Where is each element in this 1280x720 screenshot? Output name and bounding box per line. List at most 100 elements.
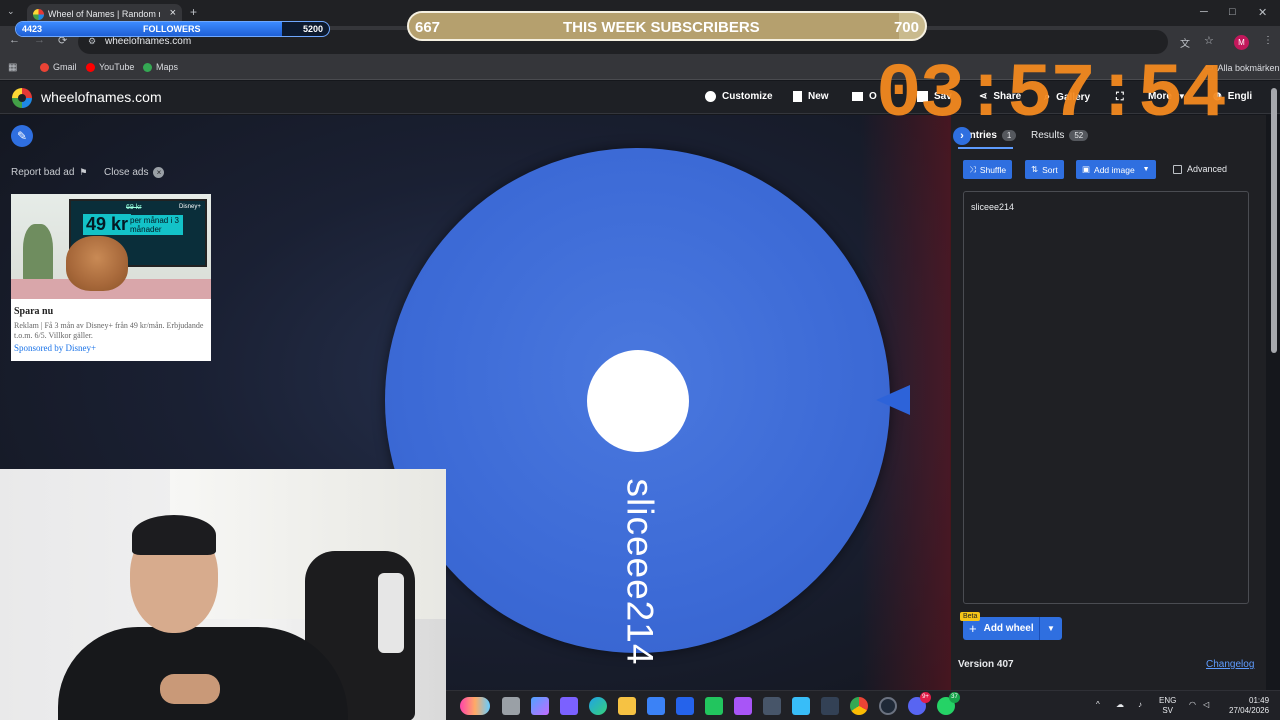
wheel-pointer-icon <box>876 385 910 415</box>
apps-grid-icon[interactable]: ▦ <box>8 62 17 73</box>
changelog-link[interactable]: Changelog <box>1206 659 1254 670</box>
security-icon[interactable] <box>705 697 723 715</box>
report-ad-label: Report bad ad <box>11 167 75 178</box>
language-code: ENG <box>1159 696 1177 705</box>
bookmark-maps[interactable]: Maps <box>143 62 178 72</box>
favicon-icon <box>33 9 44 20</box>
ad-headline: Spara nu <box>14 306 54 317</box>
close-ads-button[interactable]: Close ads × <box>104 167 165 178</box>
teams-icon[interactable] <box>560 697 578 715</box>
terminal-icon[interactable] <box>821 697 839 715</box>
obs-icon[interactable] <box>879 697 897 715</box>
browser-menu-icon[interactable]: ⋮ <box>1263 35 1273 46</box>
shuffle-label: Shuffle <box>979 164 1007 175</box>
webcam-person-hand <box>160 674 220 704</box>
new-label: New <box>808 91 829 102</box>
mic-icon[interactable]: ♪ <box>1138 700 1142 710</box>
app-icon[interactable] <box>734 697 752 715</box>
open-button[interactable]: O <box>852 91 877 102</box>
customize-label: Customize <box>722 91 773 102</box>
ad-dog <box>66 236 128 291</box>
copilot-icon[interactable] <box>531 697 549 715</box>
new-file-icon <box>793 91 802 102</box>
active-tab-indicator <box>958 147 1013 149</box>
beta-badge: Beta <box>960 612 981 621</box>
entry-line: sliceee214 <box>971 202 1015 212</box>
site-info-icon[interactable]: ⚙ <box>88 36 96 47</box>
sort-label: Sort <box>1042 164 1058 175</box>
edit-pencil-button[interactable]: ✎ <box>11 125 33 147</box>
webcam-chair-panel <box>378 573 404 653</box>
tab-close-button[interactable]: × <box>170 7 176 19</box>
keyboard-layout: SV <box>1162 706 1173 715</box>
entries-textarea[interactable]: sliceee214 <box>963 191 1249 604</box>
report-ad-button[interactable]: Report bad ad ⚑ <box>11 167 87 178</box>
ad-price: 49 kr <box>83 214 132 235</box>
new-tab-button[interactable]: + <box>190 5 197 19</box>
subscribers-label: THIS WEEK SUBSCRIBERS <box>563 19 760 36</box>
followers-goal-bar: 4423 FOLLOWERS 5200 <box>15 21 330 37</box>
edge-icon[interactable] <box>589 697 607 715</box>
clock-time: 01:49 <box>1249 696 1270 705</box>
store-icon[interactable] <box>647 697 665 715</box>
shuffle-icon: ⤨ <box>969 164 976 174</box>
ad-sponsor-link[interactable]: Sponsored by Disney+ <box>14 343 96 353</box>
advanced-checkbox[interactable] <box>1173 164 1182 174</box>
bookmark-star-icon[interactable]: ☆ <box>1204 34 1214 47</box>
settings-icon[interactable] <box>763 697 781 715</box>
webcam-feed <box>0 469 446 720</box>
site-title[interactable]: wheelofnames.com <box>41 89 162 105</box>
bookmark-gmail[interactable]: Gmail <box>40 62 77 72</box>
volume-icon[interactable]: ◁ <box>1203 700 1209 710</box>
clock[interactable]: 01:49 27/04/2026 <box>1229 696 1269 716</box>
widgets-icon[interactable] <box>460 697 490 715</box>
new-button[interactable]: New <box>793 91 829 102</box>
gmail-icon <box>40 62 49 72</box>
maximize-button[interactable]: □ <box>1229 6 1236 18</box>
followers-current: 4423 <box>22 24 43 34</box>
minimize-button[interactable]: ─ <box>1200 6 1208 18</box>
subscribers-current: 667 <box>415 19 441 36</box>
task-view-icon[interactable] <box>502 697 520 715</box>
flag-icon: ⚑ <box>79 167 88 177</box>
add-image-label: Add image <box>1094 164 1135 175</box>
wheel-slice-label: sliceee214 <box>619 478 661 666</box>
disney-ad[interactable]: 69 kr Disney+ 49 kr per månad i 3 månade… <box>11 194 211 361</box>
photos-icon[interactable] <box>792 697 810 715</box>
bookmark-label: Gmail <box>53 62 77 72</box>
webcam-person-cap <box>132 515 216 555</box>
tab-list-button[interactable]: ⌄ <box>7 6 15 17</box>
file-explorer-icon[interactable] <box>618 697 636 715</box>
cloud-icon[interactable]: ☁ <box>1116 700 1124 710</box>
close-window-button[interactable]: ✕ <box>1258 6 1267 19</box>
chevron-down-icon[interactable]: ▼ <box>1039 617 1062 640</box>
stream-countdown-timer: 03:57:54 <box>876 52 1227 138</box>
sort-button[interactable]: ⇅ Sort <box>1025 160 1064 179</box>
ad-brand: Disney+ <box>179 204 201 210</box>
entries-panel: › Entries 1 Results 52 ⤨ Shuffle ⇅ Sort … <box>951 115 1266 690</box>
windows-taskbar: 9+ 37 ^ ☁ ♪ ENG SV ◠ ◁ 01:49 27/04/2026 <box>446 690 1280 720</box>
mail-icon[interactable] <box>676 697 694 715</box>
bookmark-label: YouTube <box>99 62 135 72</box>
chrome-icon[interactable] <box>850 697 868 715</box>
image-icon: ▣ <box>1082 164 1091 174</box>
clock-date: 27/04/2026 <box>1229 706 1270 715</box>
translate-icon[interactable]: 文 <box>1180 35 1190 50</box>
add-image-button[interactable]: ▣ Add image ▼ <box>1076 160 1156 179</box>
plus-icon: + <box>969 621 977 636</box>
customize-button[interactable]: Customize <box>705 91 773 102</box>
wifi-icon[interactable]: ◠ <box>1189 700 1196 710</box>
bookmark-youtube[interactable]: YouTube <box>86 62 134 72</box>
wheel-center-hub[interactable] <box>587 350 689 452</box>
advanced-toggle[interactable]: Advanced <box>1173 164 1227 174</box>
tray-overflow-icon[interactable]: ^ <box>1096 700 1100 710</box>
profile-avatar[interactable]: M <box>1234 35 1249 50</box>
ad-body: Reklam | Få 3 mån av Disney+ från 49 kr/… <box>14 321 204 340</box>
wheel-logo-icon[interactable] <box>12 88 32 108</box>
folder-open-icon <box>852 92 863 101</box>
shuffle-button[interactable]: ⤨ Shuffle <box>963 160 1013 179</box>
followers-label: FOLLOWERS <box>143 24 201 34</box>
tab-title: Wheel of Names | Random nam <box>48 9 160 19</box>
input-language[interactable]: ENG SV <box>1159 696 1176 716</box>
whatsapp-badge: 37 <box>949 692 960 703</box>
